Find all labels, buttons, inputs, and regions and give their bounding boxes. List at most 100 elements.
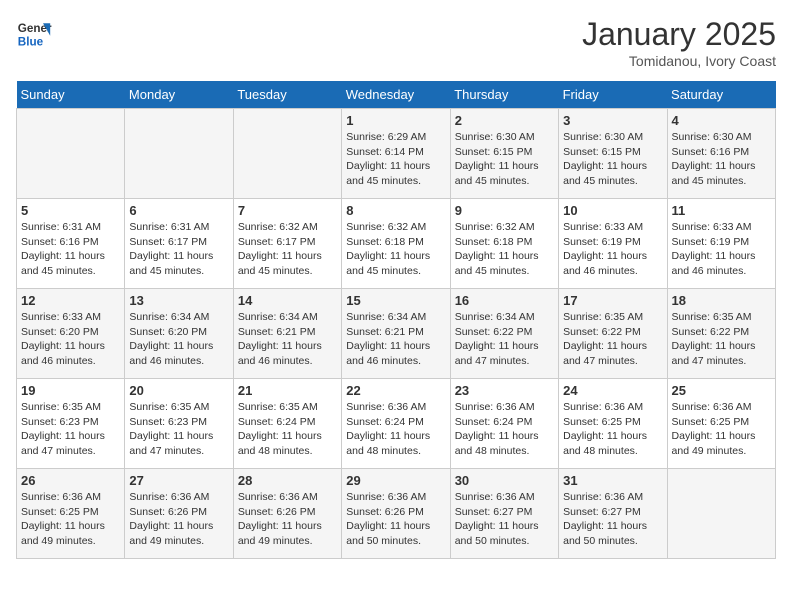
day-info: Sunrise: 6:36 AM Sunset: 6:25 PM Dayligh…: [21, 490, 120, 549]
day-info: Sunrise: 6:36 AM Sunset: 6:26 PM Dayligh…: [346, 490, 445, 549]
calendar-cell: 31 Sunrise: 6:36 AM Sunset: 6:27 PM Dayli…: [559, 469, 667, 559]
weekday-header-monday: Monday: [125, 81, 233, 109]
day-number: 14: [238, 293, 337, 308]
calendar-cell: 6Sunrise: 6:31 AM Sunset: 6:17 PM Daylig…: [125, 199, 233, 289]
calendar-cell: [125, 109, 233, 199]
calendar-cell: 2 Sunrise: 6:30 AM Sunset: 6:15 PM Daylig…: [450, 109, 558, 199]
calendar-cell: 5Sunrise: 6:31 AM Sunset: 6:16 PM Daylig…: [17, 199, 125, 289]
day-info: Sunrise: 6:35 AM Sunset: 6:23 PM Dayligh…: [129, 400, 228, 459]
day-number: 28: [238, 473, 337, 488]
day-info: Sunrise: 6:31 AM Sunset: 6:17 PM Dayligh…: [129, 220, 228, 279]
day-info: Sunrise: 6:30 AM Sunset: 6:16 PM Dayligh…: [672, 130, 771, 189]
day-info: Sunrise: 6:36 AM Sunset: 6:25 PM Dayligh…: [563, 400, 662, 459]
day-number: 1: [346, 113, 445, 128]
day-number: 2: [455, 113, 554, 128]
day-number: 23: [455, 383, 554, 398]
calendar-cell: 28Sunrise: 6:36 AM Sunset: 6:26 PM Dayli…: [233, 469, 341, 559]
day-number: 26: [21, 473, 120, 488]
day-info: Sunrise: 6:36 AM Sunset: 6:24 PM Dayligh…: [455, 400, 554, 459]
calendar-cell: 13Sunrise: 6:34 AM Sunset: 6:20 PM Dayli…: [125, 289, 233, 379]
calendar-cell: 8 Sunrise: 6:32 AM Sunset: 6:18 PM Daylig…: [342, 199, 450, 289]
day-number: 31: [563, 473, 662, 488]
calendar-cell: 12Sunrise: 6:33 AM Sunset: 6:20 PM Dayli…: [17, 289, 125, 379]
calendar-cell: 7 Sunrise: 6:32 AM Sunset: 6:17 PM Daylig…: [233, 199, 341, 289]
svg-text:Blue: Blue: [18, 36, 44, 49]
day-info: Sunrise: 6:36 AM Sunset: 6:27 PM Dayligh…: [563, 490, 662, 549]
day-number: 15: [346, 293, 445, 308]
calendar-cell: 25 Sunrise: 6:36 AM Sunset: 6:25 PM Dayli…: [667, 379, 775, 469]
calendar-cell: 21Sunrise: 6:35 AM Sunset: 6:24 PM Dayli…: [233, 379, 341, 469]
calendar-cell: 10Sunrise: 6:33 AM Sunset: 6:19 PM Dayli…: [559, 199, 667, 289]
day-number: 9: [455, 203, 554, 218]
day-info: Sunrise: 6:36 AM Sunset: 6:26 PM Dayligh…: [129, 490, 228, 549]
day-number: 29: [346, 473, 445, 488]
day-number: 24: [563, 383, 662, 398]
calendar-cell: 29 Sunrise: 6:36 AM Sunset: 6:26 PM Dayli…: [342, 469, 450, 559]
day-number: 11: [672, 203, 771, 218]
day-number: 7: [238, 203, 337, 218]
day-number: 30: [455, 473, 554, 488]
day-number: 3: [563, 113, 662, 128]
day-number: 8: [346, 203, 445, 218]
weekday-header-sunday: Sunday: [17, 81, 125, 109]
day-number: 25: [672, 383, 771, 398]
day-number: 22: [346, 383, 445, 398]
day-number: 19: [21, 383, 120, 398]
day-info: Sunrise: 6:34 AM Sunset: 6:22 PM Dayligh…: [455, 310, 554, 369]
day-number: 27: [129, 473, 228, 488]
day-number: 18: [672, 293, 771, 308]
weekday-header-thursday: Thursday: [450, 81, 558, 109]
calendar-cell: 20 Sunrise: 6:35 AM Sunset: 6:23 PM Dayli…: [125, 379, 233, 469]
day-info: Sunrise: 6:34 AM Sunset: 6:20 PM Dayligh…: [129, 310, 228, 369]
day-info: Sunrise: 6:34 AM Sunset: 6:21 PM Dayligh…: [238, 310, 337, 369]
calendar-cell: [667, 469, 775, 559]
weekday-header-tuesday: Tuesday: [233, 81, 341, 109]
calendar-cell: 30 Sunrise: 6:36 AM Sunset: 6:27 PM Dayli…: [450, 469, 558, 559]
location-subtitle: Tomidanou, Ivory Coast: [582, 53, 776, 69]
week-row-3: 12Sunrise: 6:33 AM Sunset: 6:20 PM Dayli…: [17, 289, 776, 379]
week-row-1: 1 Sunrise: 6:29 AM Sunset: 6:14 PM Daylig…: [17, 109, 776, 199]
page-header: General Blue January 2025 Tomidanou, Ivo…: [16, 16, 776, 69]
day-info: Sunrise: 6:35 AM Sunset: 6:23 PM Dayligh…: [21, 400, 120, 459]
day-number: 10: [563, 203, 662, 218]
day-info: Sunrise: 6:34 AM Sunset: 6:21 PM Dayligh…: [346, 310, 445, 369]
day-info: Sunrise: 6:32 AM Sunset: 6:18 PM Dayligh…: [346, 220, 445, 279]
logo: General Blue: [16, 16, 56, 52]
week-row-4: 19 Sunrise: 6:35 AM Sunset: 6:23 PM Dayli…: [17, 379, 776, 469]
weekday-header-wednesday: Wednesday: [342, 81, 450, 109]
day-number: 16: [455, 293, 554, 308]
day-number: 12: [21, 293, 120, 308]
calendar-cell: 3 Sunrise: 6:30 AM Sunset: 6:15 PM Daylig…: [559, 109, 667, 199]
week-row-2: 5Sunrise: 6:31 AM Sunset: 6:16 PM Daylig…: [17, 199, 776, 289]
calendar-cell: 24 Sunrise: 6:36 AM Sunset: 6:25 PM Dayli…: [559, 379, 667, 469]
day-number: 17: [563, 293, 662, 308]
calendar-cell: 1 Sunrise: 6:29 AM Sunset: 6:14 PM Daylig…: [342, 109, 450, 199]
day-info: Sunrise: 6:35 AM Sunset: 6:22 PM Dayligh…: [563, 310, 662, 369]
day-info: Sunrise: 6:32 AM Sunset: 6:18 PM Dayligh…: [455, 220, 554, 279]
calendar-cell: 26 Sunrise: 6:36 AM Sunset: 6:25 PM Dayli…: [17, 469, 125, 559]
day-info: Sunrise: 6:36 AM Sunset: 6:25 PM Dayligh…: [672, 400, 771, 459]
day-info: Sunrise: 6:36 AM Sunset: 6:27 PM Dayligh…: [455, 490, 554, 549]
calendar-cell: 16 Sunrise: 6:34 AM Sunset: 6:22 PM Dayli…: [450, 289, 558, 379]
weekday-header-friday: Friday: [559, 81, 667, 109]
calendar-table: SundayMondayTuesdayWednesdayThursdayFrid…: [16, 81, 776, 559]
day-info: Sunrise: 6:35 AM Sunset: 6:22 PM Dayligh…: [672, 310, 771, 369]
day-info: Sunrise: 6:30 AM Sunset: 6:15 PM Dayligh…: [455, 130, 554, 189]
logo-icon: General Blue: [16, 16, 52, 52]
weekday-header-saturday: Saturday: [667, 81, 775, 109]
calendar-cell: 14 Sunrise: 6:34 AM Sunset: 6:21 PM Dayli…: [233, 289, 341, 379]
calendar-cell: 11 Sunrise: 6:33 AM Sunset: 6:19 PM Dayli…: [667, 199, 775, 289]
calendar-cell: 22Sunrise: 6:36 AM Sunset: 6:24 PM Dayli…: [342, 379, 450, 469]
day-info: Sunrise: 6:29 AM Sunset: 6:14 PM Dayligh…: [346, 130, 445, 189]
day-info: Sunrise: 6:33 AM Sunset: 6:19 PM Dayligh…: [672, 220, 771, 279]
calendar-cell: 18 Sunrise: 6:35 AM Sunset: 6:22 PM Dayli…: [667, 289, 775, 379]
calendar-cell: 23 Sunrise: 6:36 AM Sunset: 6:24 PM Dayli…: [450, 379, 558, 469]
day-number: 20: [129, 383, 228, 398]
title-block: January 2025 Tomidanou, Ivory Coast: [582, 16, 776, 69]
calendar-cell: 17 Sunrise: 6:35 AM Sunset: 6:22 PM Dayli…: [559, 289, 667, 379]
day-info: Sunrise: 6:32 AM Sunset: 6:17 PM Dayligh…: [238, 220, 337, 279]
calendar-cell: 15 Sunrise: 6:34 AM Sunset: 6:21 PM Dayli…: [342, 289, 450, 379]
day-info: Sunrise: 6:35 AM Sunset: 6:24 PM Dayligh…: [238, 400, 337, 459]
day-info: Sunrise: 6:30 AM Sunset: 6:15 PM Dayligh…: [563, 130, 662, 189]
day-number: 4: [672, 113, 771, 128]
